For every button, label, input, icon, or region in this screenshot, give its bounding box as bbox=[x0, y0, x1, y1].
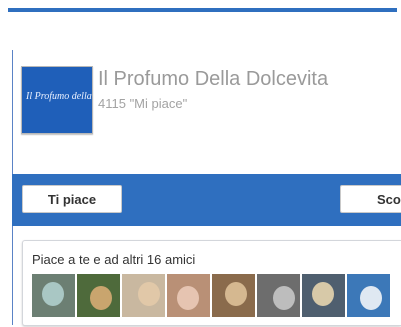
friend-avatar-1[interactable] bbox=[32, 274, 75, 317]
friend-avatar-6[interactable] bbox=[257, 274, 300, 317]
friend-avatar-2[interactable] bbox=[77, 274, 120, 317]
friend-avatar-4[interactable] bbox=[167, 274, 210, 317]
avatar-silhouette bbox=[360, 286, 382, 310]
friend-avatar-5[interactable] bbox=[212, 274, 255, 317]
friend-avatars bbox=[32, 274, 390, 317]
action-bar: Ti piace Sco bbox=[12, 174, 401, 226]
avatar-silhouette bbox=[42, 282, 64, 306]
likes-count: 4115 "Mi piace" bbox=[98, 96, 188, 111]
friend-avatar-7[interactable] bbox=[302, 274, 345, 317]
avatar-silhouette bbox=[273, 286, 295, 310]
friend-avatar-8[interactable] bbox=[347, 274, 390, 317]
page-name-link[interactable]: Il Profumo Della Dolcevita bbox=[98, 68, 328, 91]
friends-box: Piace a te e ad altri 16 amici bbox=[22, 240, 401, 326]
avatar-silhouette bbox=[138, 282, 160, 306]
like-button[interactable]: Ti piace bbox=[22, 185, 122, 213]
share-button[interactable]: Sco bbox=[340, 185, 401, 213]
avatar-silhouette bbox=[312, 282, 334, 306]
avatar-silhouette bbox=[177, 286, 199, 310]
top-accent-bar bbox=[8, 8, 397, 12]
page-thumbnail[interactable]: Il Profumo della bbox=[21, 66, 93, 134]
thumbnail-logo-text: Il Profumo della bbox=[26, 91, 92, 102]
avatar-silhouette bbox=[90, 286, 112, 310]
like-button-label: Ti piace bbox=[47, 191, 97, 207]
avatar-silhouette bbox=[225, 282, 247, 306]
page-plugin: Il Profumo della Il Profumo Della Dolcev… bbox=[12, 50, 401, 327]
friend-avatar-3[interactable] bbox=[122, 274, 165, 317]
friends-like-text: Piace a te e ad altri 16 amici bbox=[32, 252, 196, 267]
share-button-label: Sco bbox=[377, 191, 401, 207]
